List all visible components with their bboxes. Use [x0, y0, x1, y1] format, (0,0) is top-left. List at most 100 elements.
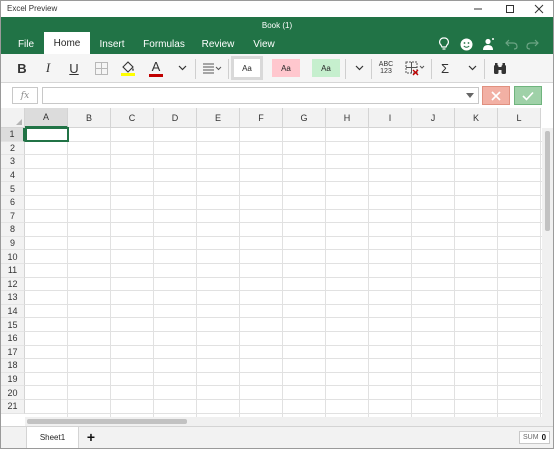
spreadsheet-grid[interactable]: A B C D E F G H I J K L 1 2 3 4 5 6 7 8 9 10 11 12 13 14 15 16 17 18 1…	[1, 108, 553, 426]
find-button[interactable]	[489, 56, 511, 80]
cell-style-good[interactable]: Aa	[312, 59, 340, 77]
row-header[interactable]: 19	[1, 372, 25, 387]
active-cell[interactable]	[25, 127, 69, 142]
column-header[interactable]: E	[197, 108, 240, 128]
column-header[interactable]: D	[154, 108, 197, 128]
sum-more-dropdown[interactable]	[463, 56, 481, 80]
vertical-scroll-thumb[interactable]	[545, 131, 550, 231]
ribbon-divider	[345, 59, 346, 79]
column-header[interactable]: I	[369, 108, 412, 128]
row-header[interactable]: 8	[1, 223, 25, 237]
add-sheet-button[interactable]: +	[83, 428, 99, 446]
insert-delete-cells-button[interactable]	[402, 56, 428, 80]
number-format-button[interactable]: ABC 123	[375, 56, 397, 80]
row-header[interactable]: 16	[1, 332, 25, 346]
column-header[interactable]: C	[111, 108, 154, 128]
row-header[interactable]: 21	[1, 400, 25, 414]
font-color-swatch	[149, 73, 163, 77]
align-button[interactable]	[199, 56, 225, 80]
row-header[interactable]: 4	[1, 168, 25, 183]
minimize-icon	[474, 8, 482, 10]
chevron-down-icon[interactable]	[466, 93, 474, 98]
column-header[interactable]: B	[68, 108, 111, 128]
row-header[interactable]: 12	[1, 277, 25, 292]
close-icon	[491, 90, 501, 101]
sum-indicator: SUM 0	[519, 431, 551, 444]
cell-style-normal-wrap[interactable]: Aa	[231, 56, 263, 80]
row-header[interactable]: 15	[1, 318, 25, 332]
lightbulb-icon[interactable]	[437, 37, 451, 51]
sum-label: SUM	[523, 434, 539, 441]
undo-icon[interactable]	[504, 37, 518, 51]
tab-file[interactable]: File	[11, 34, 41, 54]
number-format-bottom: 123	[380, 68, 392, 75]
share-people-icon[interactable]	[481, 37, 495, 51]
insert-delete-cells-icon	[405, 61, 425, 76]
column-header[interactable]: F	[240, 108, 283, 128]
grid-row-line	[25, 249, 542, 251]
tab-view[interactable]: View	[247, 34, 281, 54]
row-header[interactable]: 13	[1, 291, 25, 305]
close-button[interactable]	[524, 1, 553, 17]
row-header[interactable]: 14	[1, 304, 25, 319]
tab-home[interactable]: Home	[44, 32, 90, 54]
column-header[interactable]: G	[283, 108, 326, 128]
fill-color-button[interactable]	[116, 56, 140, 80]
row-header[interactable]: 5	[1, 182, 25, 196]
smiley-icon[interactable]	[459, 37, 473, 51]
row-header[interactable]: 20	[1, 386, 25, 400]
minimize-button[interactable]	[463, 1, 493, 17]
grid-column-line	[368, 128, 369, 417]
vertical-scrollbar[interactable]	[542, 128, 553, 426]
grid-row-line	[25, 222, 542, 224]
underline-button[interactable]: U	[63, 56, 85, 80]
cancel-entry-button[interactable]	[482, 86, 510, 105]
confirm-entry-button[interactable]	[514, 86, 542, 105]
styles-more-dropdown[interactable]	[350, 56, 368, 80]
column-header[interactable]: J	[412, 108, 455, 128]
row-header[interactable]: 11	[1, 264, 25, 278]
tab-formulas[interactable]: Formulas	[139, 34, 189, 54]
grid-row-line	[25, 385, 542, 387]
tab-insert[interactable]: Insert	[93, 34, 131, 54]
cell-style-bad[interactable]: Aa	[272, 59, 300, 77]
row-header[interactable]: 2	[1, 141, 25, 156]
grid-row-line	[25, 303, 542, 305]
borders-button[interactable]	[90, 56, 112, 80]
column-header[interactable]: A	[25, 108, 68, 128]
borders-icon	[94, 61, 108, 75]
sum-value: 0	[541, 433, 547, 442]
row-header[interactable]: 10	[1, 250, 25, 264]
row-header[interactable]: 7	[1, 209, 25, 224]
autosum-button[interactable]: Σ	[435, 56, 455, 80]
row-header[interactable]: 17	[1, 345, 25, 360]
grid-row-line	[25, 263, 542, 264]
number-format-top: ABC	[378, 61, 394, 68]
row-header[interactable]: 3	[1, 155, 25, 169]
redo-icon[interactable]	[525, 37, 539, 51]
italic-button[interactable]: I	[37, 56, 59, 80]
formula-input[interactable]	[42, 87, 479, 104]
horizontal-scroll-thumb[interactable]	[27, 419, 187, 424]
row-header[interactable]: 6	[1, 196, 25, 210]
row-header[interactable]: 18	[1, 359, 25, 373]
row-header[interactable]: 1	[1, 128, 25, 142]
grid-row-line	[25, 154, 542, 156]
column-header[interactable]: K	[455, 108, 498, 128]
column-header[interactable]: H	[326, 108, 369, 128]
sheet-tab[interactable]: Sheet1	[26, 427, 79, 448]
insert-function-button[interactable]: fx	[12, 87, 38, 104]
grid-row-line	[25, 195, 542, 196]
grid-column-line	[67, 128, 68, 417]
font-more-dropdown[interactable]	[173, 56, 191, 80]
horizontal-scrollbar[interactable]	[25, 417, 542, 426]
font-color-button[interactable]: A	[144, 56, 168, 80]
bold-button[interactable]: B	[11, 56, 33, 80]
select-all-corner[interactable]	[1, 108, 25, 128]
row-header[interactable]: 9	[1, 236, 25, 251]
column-header[interactable]: L	[498, 108, 541, 128]
tab-review[interactable]: Review	[197, 34, 239, 54]
maximize-button[interactable]	[495, 1, 525, 17]
ribbon-divider	[195, 59, 196, 79]
paint-bucket-icon	[121, 61, 135, 76]
